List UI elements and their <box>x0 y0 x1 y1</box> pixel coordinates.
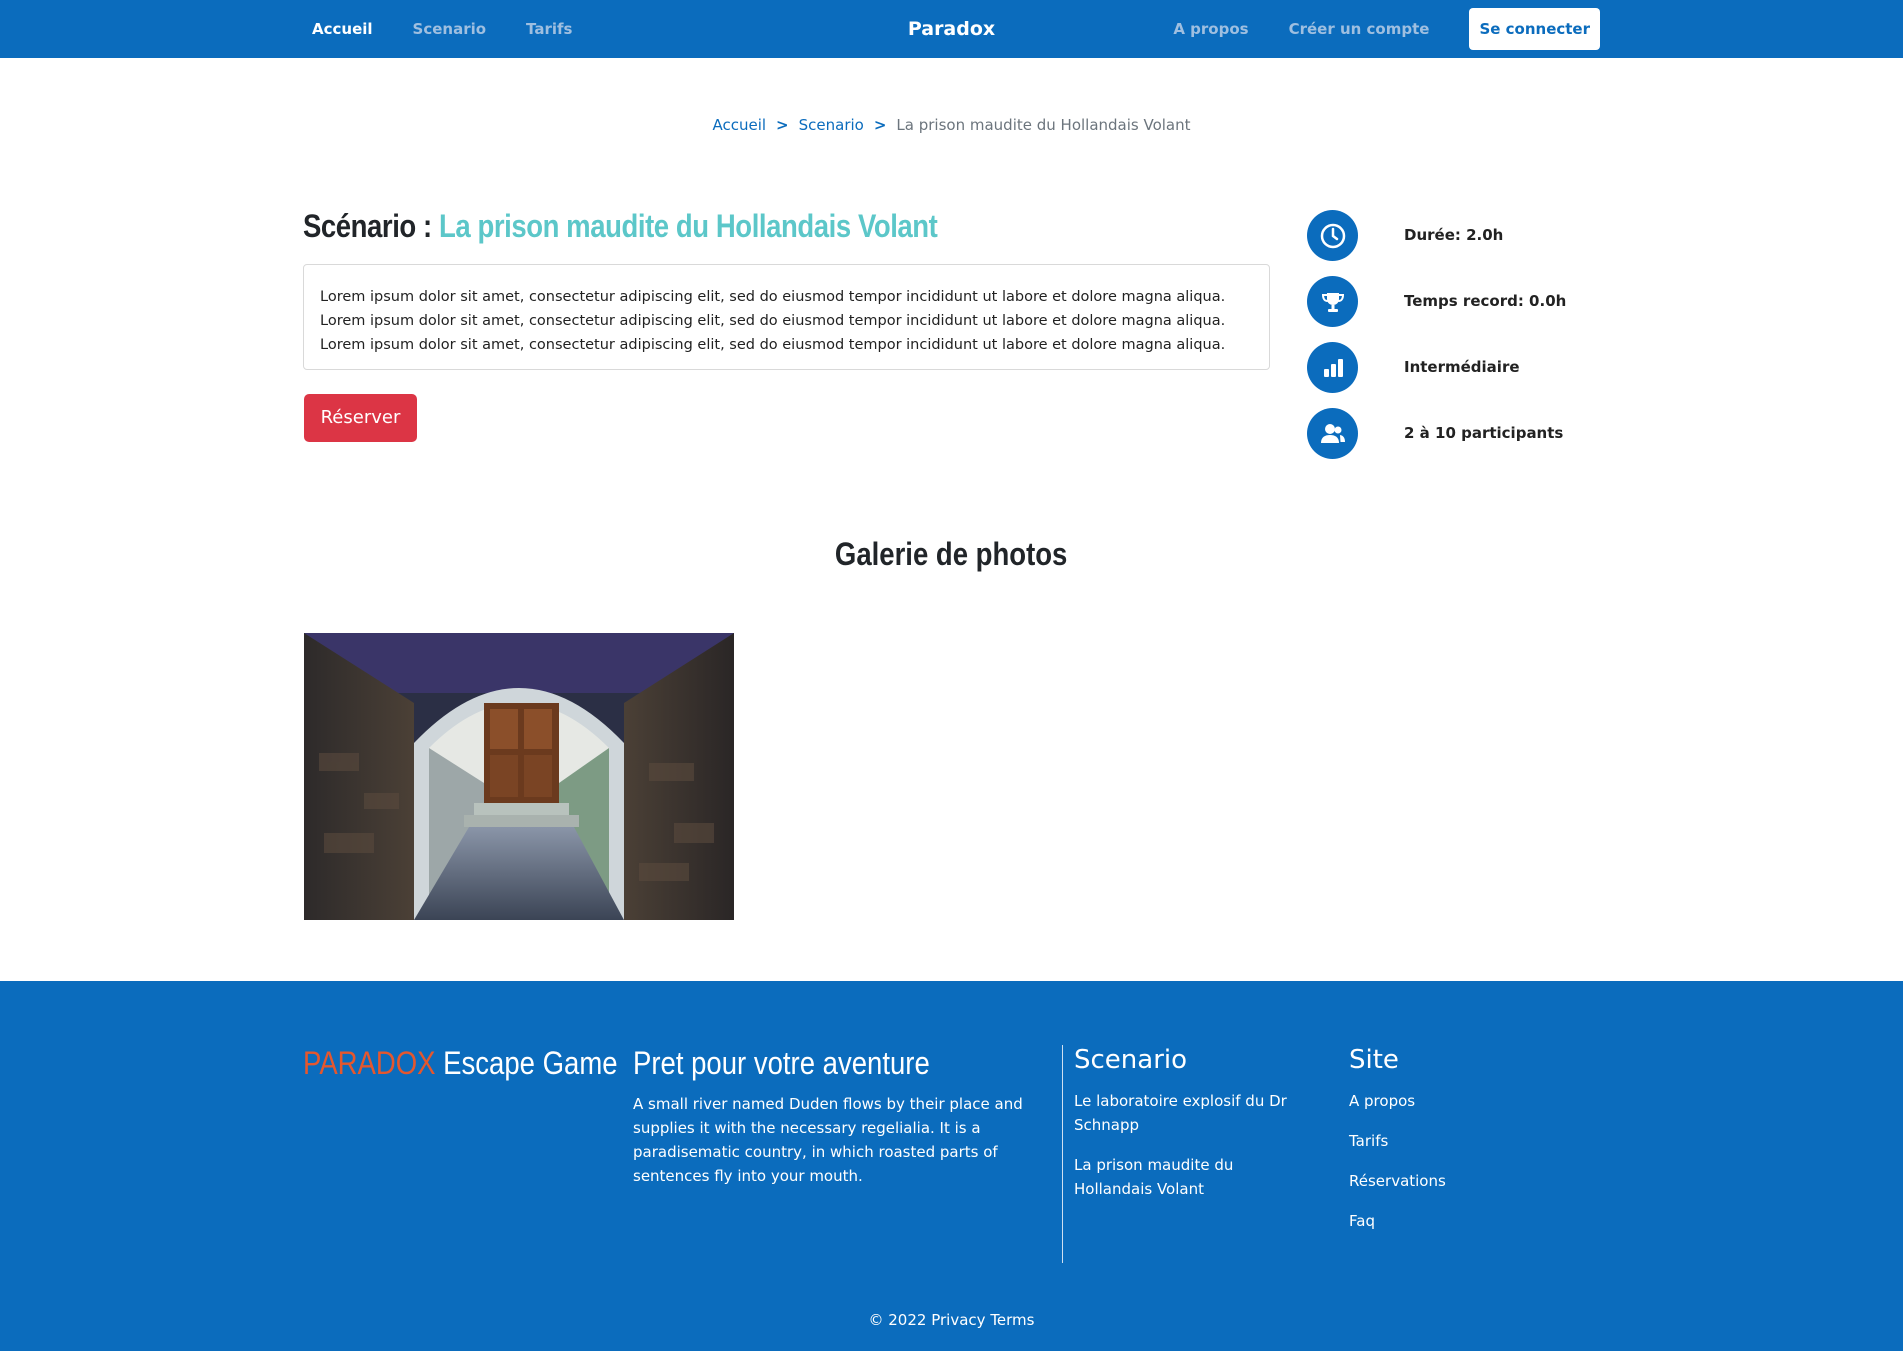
footer-about-text: A small river named Duden flows by their… <box>633 1095 1023 1185</box>
info-duration: Durée: 2.0h <box>1307 210 1607 261</box>
footer-link-tarifs[interactable]: Tarifs <box>1349 1129 1549 1153</box>
trophy-icon <box>1321 292 1344 312</box>
footer-link-scenario-2[interactable]: La prison maudite du Hollandais Volant <box>1074 1153 1314 1201</box>
nav-tarifs[interactable]: Tarifs <box>526 20 572 38</box>
footer: PARADOX Escape Game Pret pour votre aven… <box>0 981 1903 1351</box>
info-record-text: Temps record: 0.0h <box>1404 292 1567 310</box>
breadcrumb-separator: > <box>873 116 887 134</box>
info-difficulty-text: Intermédiaire <box>1404 358 1520 376</box>
gallery-title: Galerie de photos <box>835 536 1068 572</box>
info-participants-text: 2 à 10 participants <box>1404 424 1564 442</box>
page-title: Scénario : La prison maudite du Hollanda… <box>303 208 938 245</box>
breadcrumb: Accueil > Scenario > La prison maudite du Ho… <box>0 116 1903 134</box>
footer-link-scenario-1[interactable]: Le laboratoire explosif du Dr Schnapp <box>1074 1089 1314 1137</box>
top-navbar: Paradox Accueil Scenario Tarifs A propos… <box>0 0 1903 58</box>
footer-brand-accent: PARADOX <box>303 1045 436 1081</box>
copyright: © 2022 Privacy Terms <box>0 1311 1903 1329</box>
login-button[interactable]: Se connecter <box>1469 8 1600 50</box>
footer-about-title: Pret pour votre aventure <box>633 1045 930 1081</box>
gallery-photo-image <box>304 633 734 920</box>
footer-divider <box>1062 1045 1063 1263</box>
users-icon <box>1320 423 1345 443</box>
footer-scenario-column: Scenario Le laboratoire explosif du Dr S… <box>1074 1045 1314 1217</box>
footer-brand-rest: Escape Game <box>443 1045 618 1081</box>
footer-scenario-title: Scenario <box>1074 1045 1188 1075</box>
gallery-photo[interactable] <box>304 633 734 920</box>
info-record: Temps record: 0.0h <box>1307 276 1607 327</box>
footer-link-about[interactable]: A propos <box>1349 1089 1549 1113</box>
footer-site-column: Site A propos Tarifs Réservations Faq <box>1349 1045 1549 1249</box>
scenario-name: La prison maudite du Hollandais Volant <box>438 208 938 244</box>
privacy-link[interactable]: Privacy <box>931 1311 985 1329</box>
breadcrumb-current: La prison maudite du Hollandais Volant <box>896 116 1191 134</box>
info-duration-text: Durée: 2.0h <box>1404 226 1504 244</box>
nav-left-links: Accueil Scenario Tarifs <box>312 0 572 58</box>
footer-brand: PARADOX Escape Game <box>303 1045 618 1082</box>
nav-accueil[interactable]: Accueil <box>312 20 373 38</box>
terms-link[interactable]: Terms <box>990 1311 1034 1329</box>
nav-right-links: A propos Créer un compte Se connecter <box>1173 0 1600 58</box>
scenario-prefix: Scénario : <box>303 208 432 244</box>
footer-site-title: Site <box>1349 1045 1399 1075</box>
breadcrumb-scenario[interactable]: Scenario <box>799 116 864 134</box>
footer-about: Pret pour votre aventure A small river n… <box>633 1045 1033 1188</box>
info-difficulty: Intermédiaire <box>1307 342 1607 393</box>
footer-link-faq[interactable]: Faq <box>1349 1209 1549 1233</box>
info-participants: 2 à 10 participants <box>1307 408 1607 459</box>
breadcrumb-home[interactable]: Accueil <box>712 116 766 134</box>
scenario-description: Lorem ipsum dolor sit amet, consectetur … <box>303 264 1270 370</box>
reserve-button[interactable]: Réserver <box>304 394 417 442</box>
clock-icon <box>1320 223 1345 248</box>
nav-scenario[interactable]: Scenario <box>413 20 487 38</box>
nav-register[interactable]: Créer un compte <box>1289 20 1430 38</box>
footer-link-reservations[interactable]: Réservations <box>1349 1169 1549 1193</box>
bar-chart-icon <box>1323 358 1343 377</box>
nav-about[interactable]: A propos <box>1173 20 1248 38</box>
brand-logo[interactable]: Paradox <box>908 18 995 40</box>
breadcrumb-separator: > <box>776 116 789 134</box>
copyright-text: © 2022 <box>868 1311 927 1329</box>
